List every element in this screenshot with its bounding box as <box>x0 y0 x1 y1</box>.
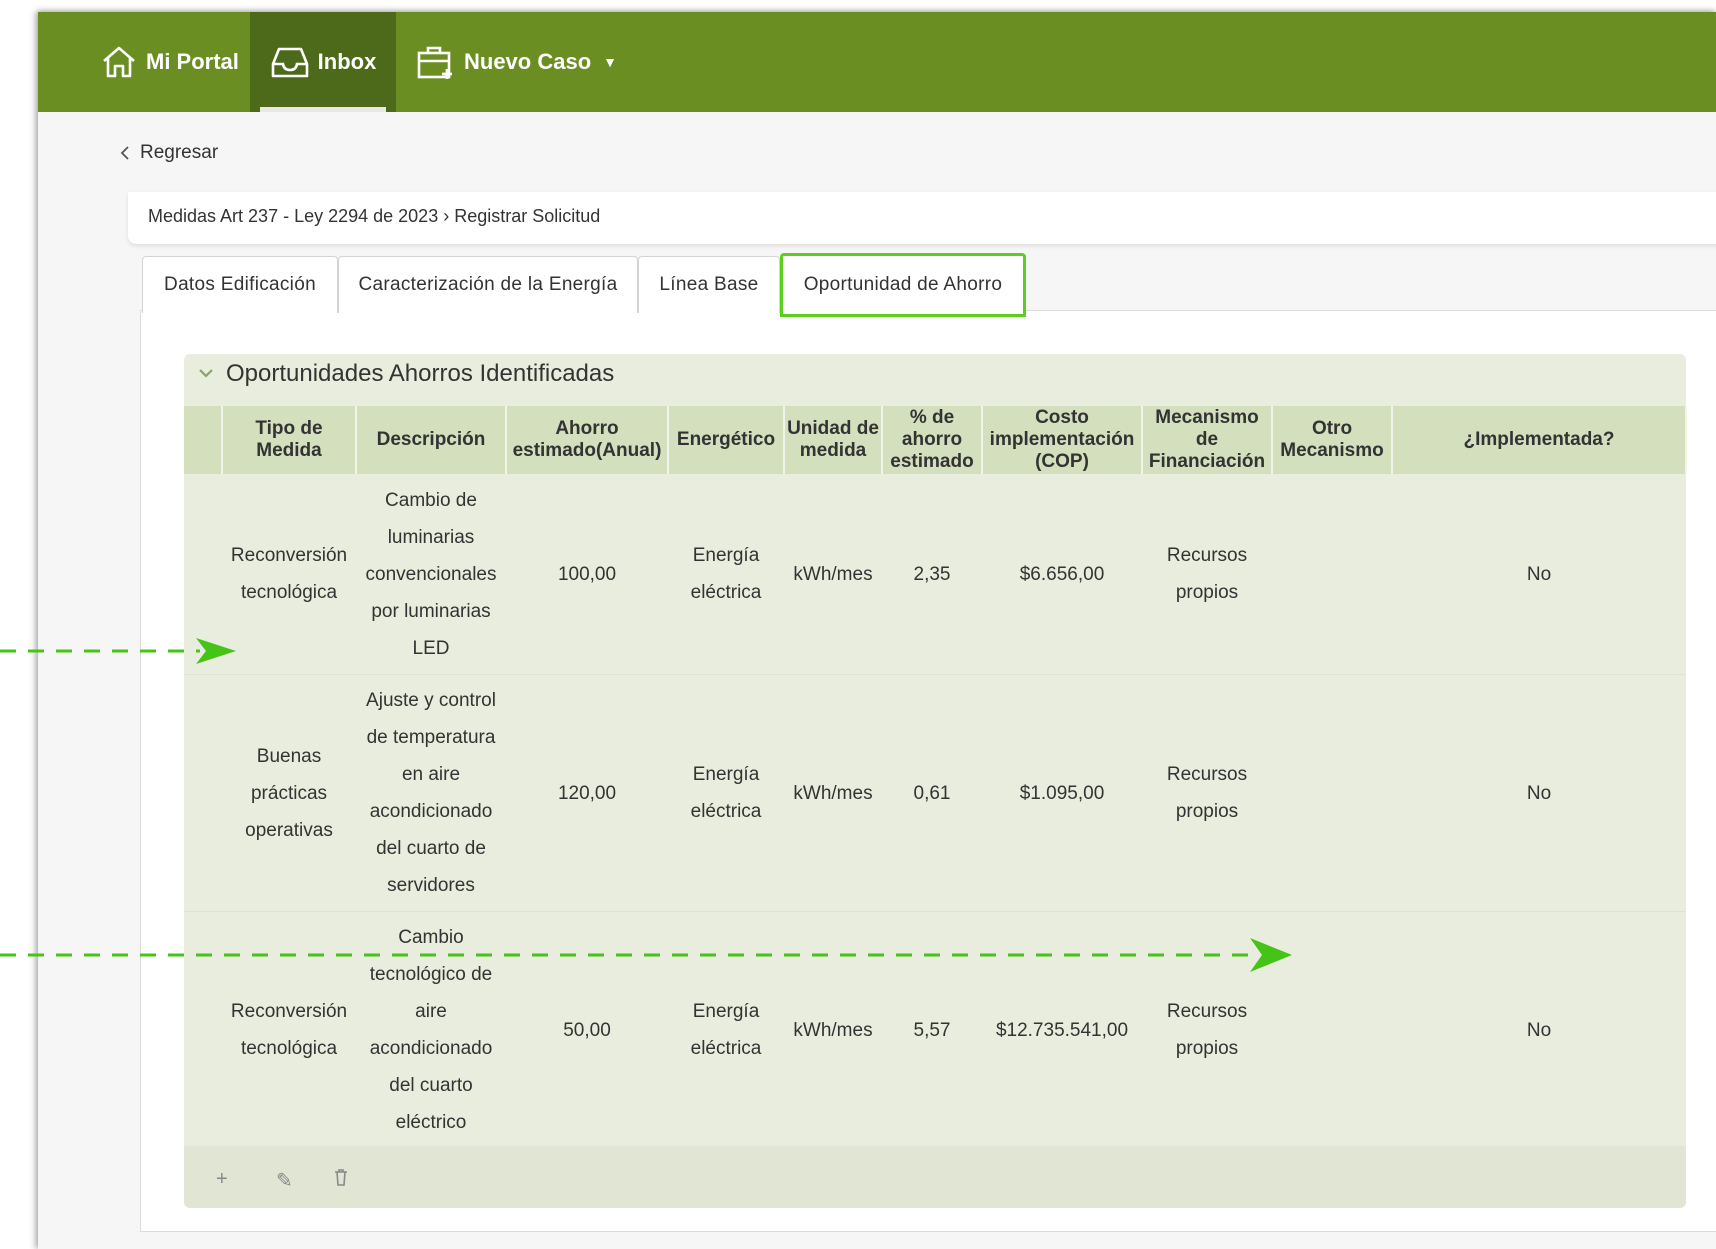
cell-porcentaje: 2,35 <box>882 474 982 675</box>
cell-implementada: No <box>1392 674 1686 912</box>
nav-label: Inbox <box>317 49 377 74</box>
tab-label: Caracterización de la Energía <box>358 274 618 295</box>
cell-otro <box>1272 674 1392 912</box>
row-selector-cell[interactable] <box>184 674 222 912</box>
cell-energetico: Energía eléctrica <box>668 674 784 912</box>
tab-caracterizacion-energia[interactable]: Caracterización de la Energía <box>338 256 638 313</box>
cell-tipo: Reconversión tecnológica <box>222 474 356 675</box>
tab-linea-base[interactable]: Línea Base <box>638 256 780 313</box>
column-header[interactable]: Ahorro estimado(Anual) <box>506 406 669 474</box>
cell-descripcion: Ajuste y control de temperatura en aire … <box>356 674 506 912</box>
cell-unidad: kWh/mes <box>784 674 882 912</box>
column-header[interactable]: Costo implementación (COP) <box>982 406 1143 474</box>
active-indicator <box>260 107 386 112</box>
cell-mecanismo: Recursos propios <box>1142 674 1272 912</box>
app-window: Mi Portal Inbox Nuevo Caso ▼ Regresar Me… <box>38 12 1716 1249</box>
cell-otro <box>1272 474 1392 675</box>
annotation-arrow-icon <box>0 938 1292 972</box>
oportunidades-section: Oportunidades Ahorros Identificadas Tipo… <box>184 354 1687 1208</box>
table-header-row: Tipo de Medida Descripción Ahorro estima… <box>184 406 1687 474</box>
cell-implementada: No <box>1392 474 1686 675</box>
cell-porcentaje: 0,61 <box>882 674 982 912</box>
breadcrumb-bar: Medidas Art 237 - Ley 2294 de 2023 › Reg… <box>128 192 1716 244</box>
tab-label: Datos Edificación <box>164 274 316 295</box>
cell-costo: $6.656,00 <box>982 474 1142 675</box>
column-header[interactable]: ¿Implementada? <box>1392 406 1687 474</box>
column-header <box>184 406 223 474</box>
nav-inbox[interactable]: Inbox <box>250 12 396 112</box>
delete-icon[interactable] <box>334 1168 348 1192</box>
column-header[interactable]: Tipo de Medida <box>222 406 357 474</box>
new-case-icon <box>417 46 452 79</box>
tab-oportunidad-ahorro[interactable]: Oportunidad de Ahorro <box>780 253 1026 317</box>
cell-descripcion: Cambio de luminarias convencionales por … <box>356 474 506 675</box>
breadcrumb: Medidas Art 237 - Ley 2294 de 2023 › Reg… <box>148 206 601 226</box>
column-header[interactable]: Mecanismo de Financiación <box>1142 406 1273 474</box>
cell-tipo: Buenas prácticas operativas <box>222 674 356 912</box>
add-icon[interactable]: + <box>216 1168 228 1191</box>
column-header[interactable]: % de ahorro estimado <box>882 406 983 474</box>
back-link[interactable]: Regresar <box>120 142 218 164</box>
cell-costo: $1.095,00 <box>982 674 1142 912</box>
cell-ahorro: 120,00 <box>506 674 668 912</box>
inbox-icon <box>271 47 308 78</box>
table-row[interactable]: Buenas prácticas operativas Ajuste y con… <box>184 674 1686 912</box>
column-header[interactable]: Otro Mecanismo <box>1272 406 1393 474</box>
nav-mi-portal[interactable]: Mi Portal <box>88 12 251 112</box>
oportunidades-table: Tipo de Medida Descripción Ahorro estima… <box>184 406 1687 1149</box>
column-header[interactable]: Energético <box>668 406 785 474</box>
table-toolbar: + ✎ <box>184 1146 1686 1208</box>
cell-energetico: Energía eléctrica <box>668 474 784 675</box>
chevron-down-icon[interactable]: ▼ <box>603 54 617 70</box>
annotation-arrow-icon <box>0 638 236 664</box>
cell-ahorro: 100,00 <box>506 474 668 675</box>
nav-label: Nuevo Caso <box>464 49 592 74</box>
cell-implementada: No <box>1392 911 1686 1149</box>
tab-label: Oportunidad de Ahorro <box>803 274 1003 295</box>
section-header[interactable]: Oportunidades Ahorros Identificadas <box>184 354 1686 394</box>
table-row[interactable]: Reconversión tecnológica Cambio de lumin… <box>184 474 1686 675</box>
nav-nuevo-caso[interactable]: Nuevo Caso ▼ <box>416 12 617 112</box>
section-title: Oportunidades Ahorros Identificadas <box>226 360 615 387</box>
chevron-left-icon <box>120 146 129 160</box>
top-navigation: Mi Portal Inbox Nuevo Caso ▼ <box>38 12 1716 112</box>
cell-unidad: kWh/mes <box>784 474 882 675</box>
back-label: Regresar <box>140 142 219 163</box>
tab-label: Línea Base <box>659 274 759 295</box>
column-header[interactable]: Descripción <box>356 406 507 474</box>
tab-datos-edificacion[interactable]: Datos Edificación <box>142 256 338 313</box>
cell-mecanismo: Recursos propios <box>1142 474 1272 675</box>
chevron-down-icon[interactable] <box>198 365 214 383</box>
nav-label: Mi Portal <box>146 49 239 74</box>
home-icon <box>103 46 135 78</box>
edit-icon[interactable]: ✎ <box>276 1168 293 1193</box>
column-header[interactable]: Unidad de medida <box>784 406 883 474</box>
